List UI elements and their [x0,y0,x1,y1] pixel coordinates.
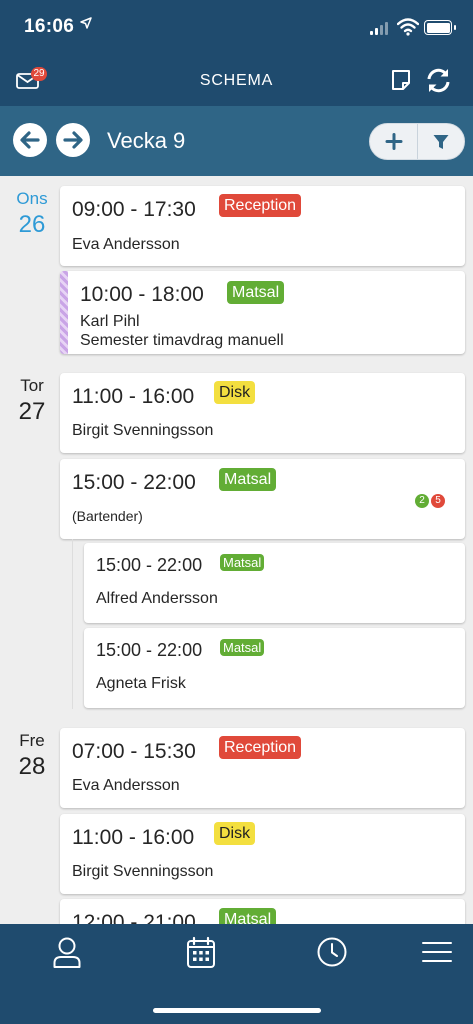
shift-time: 07:00 - 15:30 [72,740,196,763]
shift-tag: Reception [219,736,302,759]
filter-button[interactable] [418,124,464,159]
shift-tag: Matsal [227,281,285,304]
shift-tag: Reception [219,194,302,217]
day-label-ons: Ons 26 [0,189,64,239]
shift-employee: Birgit Svenningsson [72,422,214,439]
day-number: 26 [18,211,46,238]
shift-card[interactable]: 11:00 - 16:00 Disk Birgit Svenningsson [60,373,465,453]
add-button[interactable] [370,124,418,159]
count-badge-green: 2 [415,494,429,508]
day-name: Ons [16,189,48,208]
shift-note: Semester timavdrag manuell [80,332,284,349]
shift-employee: Alfred Andersson [96,590,218,607]
shift-time: 15:00 - 22:00 [96,640,203,660]
shift-tag: Matsal [219,468,277,491]
shift-employee: Agneta Frisk [96,675,186,692]
status-bar: 16:06 [0,0,473,56]
sub-shift-card[interactable]: 15:00 - 22:00 Matsal Alfred Andersson [84,543,465,623]
shift-employee: Eva Andersson [72,236,180,253]
tab-time[interactable] [302,936,362,992]
week-label: Vecka 9 [107,128,186,153]
shift-card[interactable]: 11:00 - 16:00 Disk Birgit Svenningsson [60,814,465,894]
plus-icon [385,133,403,150]
sync-icon[interactable] [425,67,452,94]
menu-icon [422,942,452,962]
top-bar: 29 SCHEMA [0,56,473,106]
status-time: 16:06 [24,16,75,37]
note-icon[interactable] [390,68,412,92]
day-number: 28 [18,753,46,780]
shift-time: 11:00 - 16:00 [72,385,195,408]
arrow-right-icon [63,131,83,149]
shift-time: 12:00 - 21:00 [72,911,196,924]
shift-card[interactable]: 10:00 - 18:00 Matsal Karl Pihl Semester … [60,271,465,354]
day-number: 27 [18,398,46,425]
tab-calendar[interactable] [171,936,231,992]
shift-role: (Bartender) [72,508,143,524]
day-label-fre: Fre 28 [0,731,64,781]
home-indicator[interactable] [153,1008,321,1013]
shift-time: 10:00 - 18:00 [80,283,204,306]
cellular-signal-icon [370,21,390,35]
shift-employee: Eva Andersson [72,777,180,794]
clock-icon [317,937,347,967]
shift-card[interactable]: 15:00 - 22:00 Matsal (Bartender) 2 5 [60,459,465,539]
sub-shift-connector [72,539,73,709]
shift-tag: Matsal [219,908,277,924]
previous-week-button[interactable] [13,123,47,157]
tab-menu[interactable] [407,936,467,992]
action-pill [369,123,465,160]
shift-time: 11:00 - 16:00 [72,826,195,849]
shift-tag: Matsal [220,639,265,656]
shift-employee: Karl Pihl [80,313,140,330]
shift-employee: Birgit Svenningsson [72,863,214,880]
shift-card[interactable]: 12:00 - 21:00 Matsal [60,899,465,924]
shift-tag: Matsal [220,554,265,571]
day-label-tor: Tor 27 [0,376,64,426]
shift-tag: Disk [214,381,256,404]
day-name: Tor [20,376,44,395]
next-week-button[interactable] [56,123,90,157]
profile-icon [53,937,81,968]
location-arrow-icon [80,16,92,32]
absence-stripe [60,271,68,354]
shift-time: 09:00 - 17:30 [72,198,196,221]
battery-full-icon [424,20,456,35]
shift-card[interactable]: 09:00 - 17:30 Reception Eva Andersson [60,186,465,266]
filter-icon [433,135,449,149]
tab-profile[interactable] [37,936,97,992]
calendar-icon [187,936,215,968]
sub-shift-card[interactable]: 15:00 - 22:00 Matsal Agneta Frisk [84,628,465,708]
week-navigation-bar: Vecka 9 [0,106,473,176]
shift-time: 15:00 - 22:00 [96,555,203,575]
shift-card[interactable]: 07:00 - 15:30 Reception Eva Andersson [60,728,465,808]
schedule-list[interactable]: Ons 26 09:00 - 17:30 Reception Eva Ander… [0,176,473,924]
wifi-icon [396,18,420,36]
count-badge-red: 5 [431,494,445,508]
shift-time: 15:00 - 22:00 [72,471,196,494]
shift-tag: Disk [214,822,256,845]
day-name: Fre [19,731,45,750]
arrow-left-icon [20,131,40,149]
